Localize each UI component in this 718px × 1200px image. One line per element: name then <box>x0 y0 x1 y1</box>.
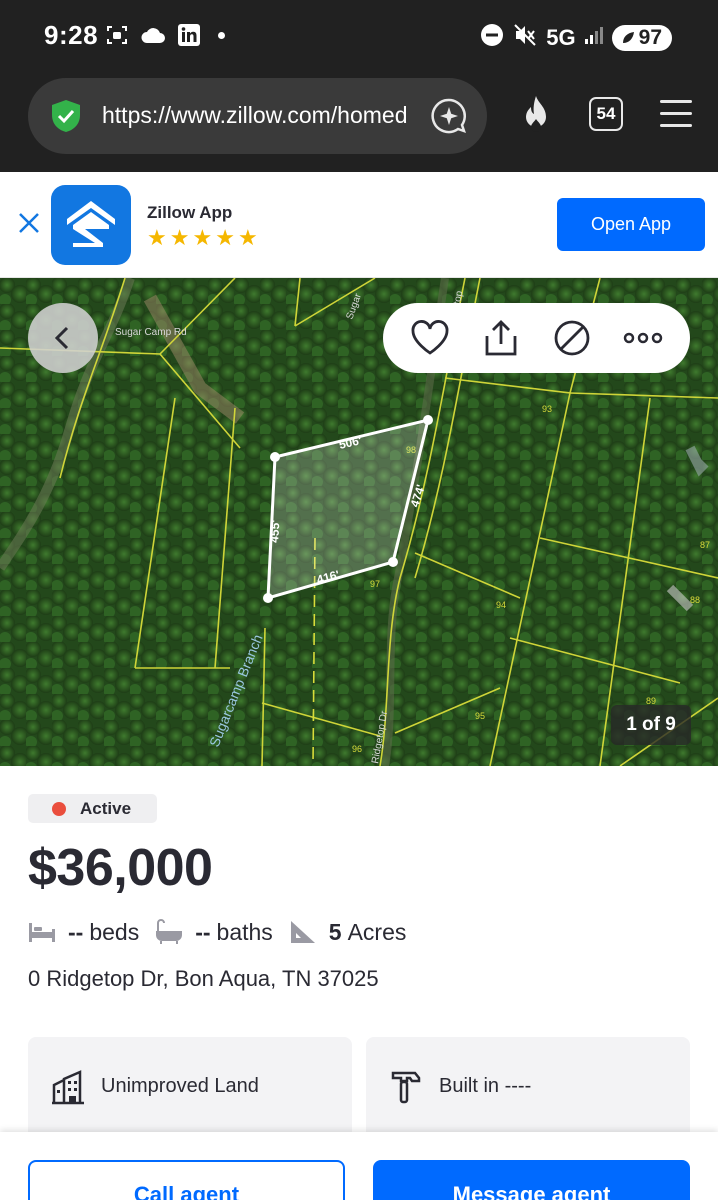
photo-counter: 1 of 9 <box>611 705 691 745</box>
address-bar[interactable]: https://www.zillow.com/homed <box>28 78 487 154</box>
back-button[interactable] <box>28 303 98 373</box>
screenshot-icon <box>104 22 130 48</box>
flame-icon[interactable] <box>517 94 555 139</box>
rating-stars: ★ ★ ★ ★ ★ <box>147 227 258 249</box>
system-status-bar: 9:28 5G 97 <box>0 0 718 72</box>
linkedin-icon <box>176 22 202 48</box>
browser-toolbar: https://www.zillow.com/homed 54 <box>0 72 718 172</box>
listing-photo[interactable]: 93 98 97 94 87 88 95 96 89 Sugar Camp Rd… <box>0 278 718 766</box>
lot-size-fact: 5 Acres <box>289 918 407 946</box>
map-label: 87 <box>700 540 710 550</box>
app-name: Zillow App <box>147 203 233 222</box>
ruler-triangle-icon <box>289 918 317 946</box>
map-road-label: Sugar Camp Rd <box>115 327 187 338</box>
message-agent-button[interactable]: Message agent <box>373 1160 690 1200</box>
map-label: 97 <box>370 579 380 589</box>
listing-price: $36,000 <box>28 839 213 897</box>
cloud-icon <box>140 22 166 48</box>
map-label: 94 <box>496 600 506 610</box>
close-icon[interactable] <box>16 210 42 236</box>
hammer-icon <box>388 1069 424 1105</box>
star-icon: ★ <box>192 225 213 250</box>
network-type: 5G <box>546 24 576 50</box>
battery-level: 97 <box>638 25 662 49</box>
dnd-icon <box>480 23 504 52</box>
lot-size-value: 5 <box>328 918 342 945</box>
hide-listing-icon[interactable] <box>550 316 594 360</box>
save-heart-icon[interactable] <box>408 316 452 360</box>
beds-value: -- <box>68 918 84 945</box>
tab-switcher-button[interactable]: 54 <box>589 97 623 131</box>
map-label: 96 <box>352 744 362 754</box>
map-label: 88 <box>690 595 700 605</box>
year-built-card: Built in ---- <box>366 1037 690 1147</box>
baths-fact: -- baths <box>155 918 273 946</box>
star-icon: ★ <box>215 225 235 250</box>
assistant-sparkle-icon[interactable] <box>429 96 469 141</box>
bed-icon <box>28 918 56 946</box>
listing-actions-bar <box>383 303 690 373</box>
contact-action-bar: Call agent Message agent <box>0 1132 718 1200</box>
secure-shield-icon[interactable] <box>48 98 84 139</box>
signal-icon <box>584 25 604 50</box>
more-options-icon[interactable] <box>621 316 665 360</box>
open-app-button[interactable]: Open App <box>557 198 705 251</box>
app-install-banner: Zillow App ★ ★ ★ ★ ★ Open App <box>0 172 718 278</box>
call-agent-button[interactable]: Call agent <box>28 1160 345 1200</box>
property-type-text: Unimproved Land <box>101 1075 259 1097</box>
star-icon: ★ <box>169 225 190 250</box>
chevron-left-icon <box>54 326 69 350</box>
buildings-icon <box>50 1069 86 1105</box>
notification-icons <box>104 22 225 48</box>
parcel-dimension: 455' <box>267 519 283 543</box>
map-label: 95 <box>475 711 485 721</box>
browser-menu-icon[interactable] <box>660 100 692 136</box>
battery-indicator: 97 <box>611 24 672 51</box>
share-icon[interactable] <box>479 316 523 360</box>
status-badge: Active <box>28 794 157 823</box>
url-text[interactable]: https://www.zillow.com/homed <box>102 102 422 129</box>
baths-label: baths <box>216 918 273 945</box>
baths-value: -- <box>195 918 211 945</box>
star-icon: ★ <box>147 225 167 250</box>
zillow-logo <box>51 185 131 265</box>
status-dot-icon <box>52 801 66 816</box>
year-built-text: Built in ---- <box>439 1075 532 1097</box>
property-type-card: Unimproved Land <box>28 1037 352 1147</box>
star-icon: ★ <box>237 225 258 250</box>
listing-address[interactable]: 0 Ridgetop Dr, Bon Aqua, TN 37025 <box>28 966 379 992</box>
map-label: 93 <box>542 404 552 414</box>
lot-size-label: Acres <box>347 918 407 945</box>
listing-facts: -- beds -- baths 5 Acres <box>28 918 422 946</box>
bathtub-icon <box>155 918 183 946</box>
beds-fact: -- beds <box>28 918 139 946</box>
more-notifications-dot <box>218 31 225 39</box>
status-text: Active <box>80 798 132 818</box>
system-indicators: 5G 97 <box>480 22 672 53</box>
status-time: 9:28 <box>44 20 99 50</box>
beds-label: beds <box>89 918 140 945</box>
mute-icon <box>512 22 538 53</box>
battery-saver-icon <box>622 31 634 43</box>
